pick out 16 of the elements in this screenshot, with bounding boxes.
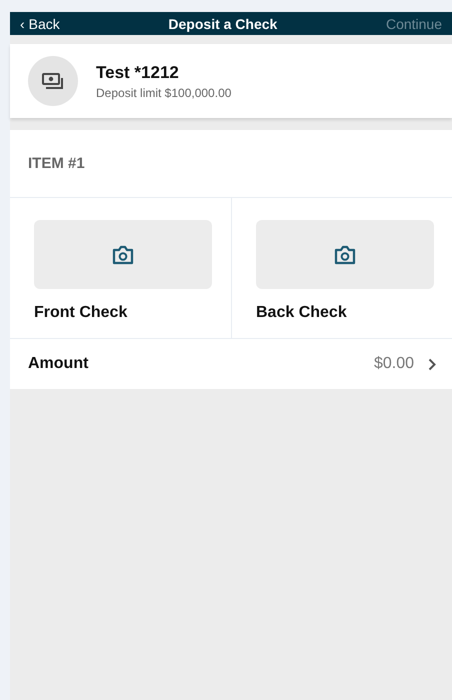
chevron-right-icon[interactable] bbox=[428, 358, 436, 370]
amount-value: $0.00 bbox=[374, 355, 414, 373]
camera-icon bbox=[334, 244, 356, 264]
account-name: Test *1212 bbox=[96, 62, 180, 82]
screen-title: Deposit a Check bbox=[168, 16, 278, 32]
back-chevron-icon: ‹ bbox=[20, 16, 25, 32]
capture-button[interactable] bbox=[256, 220, 434, 289]
capture-button[interactable] bbox=[34, 220, 212, 289]
deposit-limit: Deposit limit $100,000.00 bbox=[96, 86, 232, 100]
back-button[interactable]: ‹ Back bbox=[20, 16, 60, 32]
capture-label: Front Check bbox=[34, 304, 128, 322]
amount-label: Amount bbox=[28, 355, 88, 373]
cash-icon bbox=[41, 71, 65, 91]
item-title: ITEM #1 bbox=[28, 155, 85, 172]
camera-icon bbox=[112, 244, 134, 264]
capture-label: Back Check bbox=[256, 304, 348, 322]
